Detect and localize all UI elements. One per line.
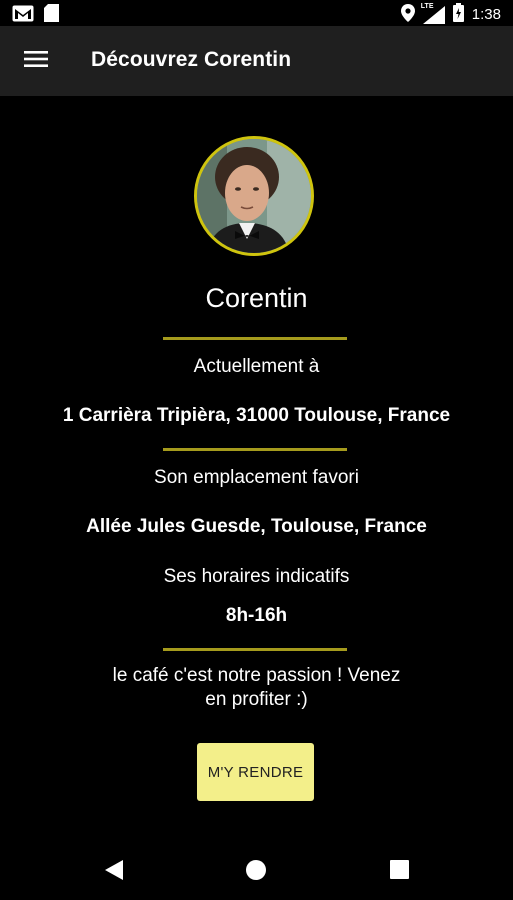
status-bar-left [12, 4, 59, 27]
nav-recents-button[interactable] [379, 858, 419, 886]
nav-home-button[interactable] [236, 858, 276, 886]
battery-icon [452, 3, 464, 26]
passion-line-2: en profiter :) [205, 689, 308, 710]
favorite-location-label: Son emplacement favori [154, 467, 359, 488]
passion-text: le café c'est notre passion ! Venez en p… [0, 664, 513, 712]
current-location-label: Actuellement à [193, 356, 320, 377]
nav-back-button[interactable] [94, 858, 134, 886]
sd-card-icon [44, 4, 59, 27]
recents-icon [389, 860, 409, 884]
divider [163, 448, 347, 451]
passion-line-1: le café c'est notre passion ! Venez [112, 665, 401, 686]
hours-value: 8h-16h [225, 605, 288, 626]
menu-button[interactable] [16, 45, 56, 77]
go-there-button[interactable]: M'Y RENDRE [197, 743, 314, 801]
status-bar: LTE 1:38 [0, 0, 513, 26]
status-bar-right: LTE 1:38 [400, 2, 501, 26]
gmail-icon [12, 5, 34, 27]
divider [163, 648, 347, 651]
system-nav-bar [0, 840, 513, 900]
app-bar: Découvrez Corentin [0, 26, 513, 96]
location-icon [400, 3, 415, 26]
current-location-value: 1 Carrièra Tripièra, 31000 Toulouse, Fra… [62, 405, 451, 426]
network-type-label: LTE [420, 2, 434, 10]
profile-name: Corentin [205, 283, 308, 313]
back-icon [105, 859, 123, 885]
home-icon [245, 859, 267, 886]
favorite-location-value: Allée Jules Guesde, Toulouse, France [86, 516, 427, 537]
page-title: Découvrez Corentin [91, 48, 292, 71]
signal-icon: LTE [420, 2, 445, 24]
hours-label: Ses horaires indicatifs [163, 566, 350, 587]
divider [163, 337, 347, 340]
clock: 1:38 [471, 6, 501, 23]
avatar [194, 136, 314, 256]
hamburger-menu-icon [24, 50, 48, 73]
